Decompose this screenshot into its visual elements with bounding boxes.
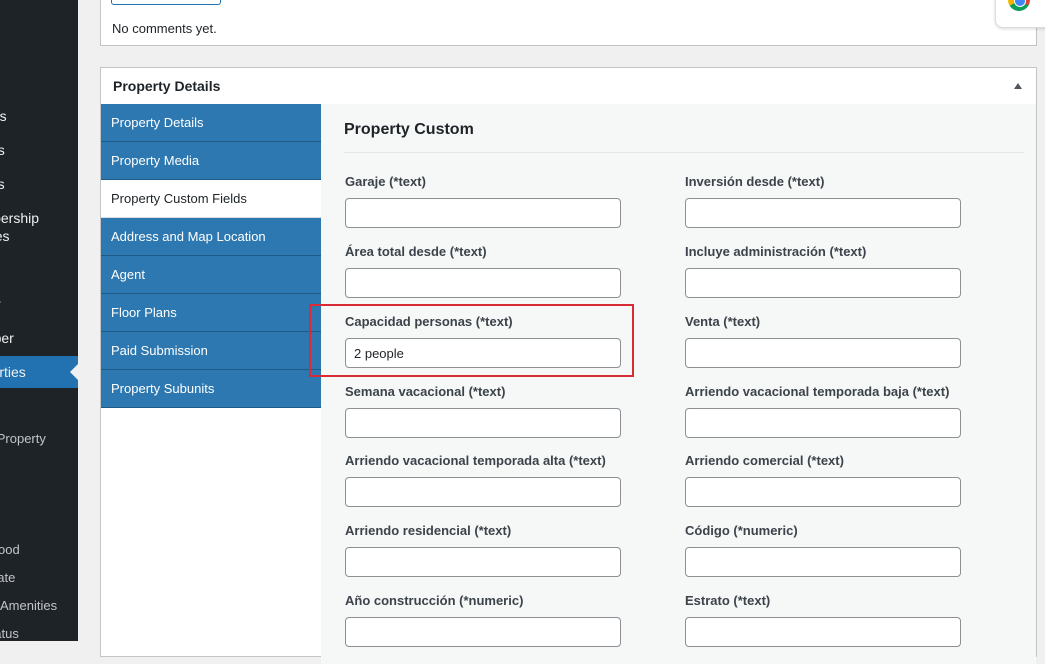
chrome-logo-icon xyxy=(1008,0,1030,11)
field-label: Arriendo comercial (*text) xyxy=(685,453,844,468)
field-area-total-desde: Área total desde (*text) xyxy=(345,243,621,298)
field-label: Venta (*text) xyxy=(685,314,761,329)
tab-address-map-location[interactable]: Address and Map Location xyxy=(101,218,321,256)
incluye-administracion-input[interactable] xyxy=(685,268,961,298)
field-estrato: Estrato (*text) xyxy=(685,592,961,647)
field-ano-construccion: Año construcción (*numeric) xyxy=(345,592,621,647)
custom-fields-panel: Property Custom Garaje (*text) Inversión… xyxy=(321,104,1036,664)
semana-vacacional-input[interactable] xyxy=(345,408,621,438)
field-arriendo-comercial: Arriendo comercial (*text) xyxy=(685,452,961,507)
field-label: Arriendo vacacional temporada alta (*tex… xyxy=(345,453,606,468)
inversion-desde-input[interactable] xyxy=(685,198,961,228)
sidebar-item-weekly[interactable]: Weekly xyxy=(0,295,78,313)
field-label: Arriendo vacacional temporada baja (*tex… xyxy=(685,384,950,399)
field-inversion-desde: Inversión desde (*text) xyxy=(685,173,961,228)
garaje-input[interactable] xyxy=(345,198,621,228)
panel-divider xyxy=(344,152,1024,153)
browser-extension-badge[interactable] xyxy=(995,0,1045,28)
tab-property-custom-fields[interactable]: Property Custom Fields xyxy=(101,180,321,218)
sidebar-item-profiles[interactable]: Profiles xyxy=(0,175,78,193)
field-venta: Venta (*text) xyxy=(685,313,961,368)
field-arriendo-temporada-alta: Arriendo vacacional temporada alta (*tex… xyxy=(345,452,621,507)
field-incluye-administracion: Incluye administración (*text) xyxy=(685,243,961,298)
field-label: Incluye administración (*text) xyxy=(685,244,867,259)
sidebar-item-packages[interactable]: Packages xyxy=(0,227,78,245)
sidebar-item-developer[interactable]: Developer xyxy=(0,329,78,347)
area-total-desde-input[interactable] xyxy=(345,268,621,298)
field-codigo: Código (*numeric) xyxy=(685,522,961,577)
field-capacidad-personas: Capacidad personas (*text) xyxy=(345,313,621,368)
sidebar-subitem-add-property[interactable]: Add Property xyxy=(0,430,78,448)
sidebar-subitem-status[interactable]: Status xyxy=(0,625,78,641)
property-tabs: Property Details Property Media Property… xyxy=(101,104,321,408)
panel-title: Property Custom xyxy=(344,121,474,138)
tab-floor-plans[interactable]: Floor Plans xyxy=(101,294,321,332)
venta-input[interactable] xyxy=(685,338,961,368)
field-arriendo-residencial: Arriendo residencial (*text) xyxy=(345,522,621,577)
sidebar-subitem-neighborhood[interactable]: Neighborhood xyxy=(0,541,78,559)
sidebar-item-membership[interactable]: Membership xyxy=(0,209,78,227)
field-semana-vacacional: Semana vacacional (*text) xyxy=(345,383,621,438)
field-label: Inversión desde (*text) xyxy=(685,174,825,189)
arriendo-temporada-alta-input[interactable] xyxy=(345,477,621,507)
field-label: Garaje (*text) xyxy=(345,174,426,189)
metabox-header[interactable]: Property Details xyxy=(101,68,1036,105)
tab-paid-submission[interactable]: Paid Submission xyxy=(101,332,321,370)
sidebar-item-pages[interactable]: Pages xyxy=(0,141,78,159)
arriendo-comercial-input[interactable] xyxy=(685,477,961,507)
field-arriendo-temporada-baja: Arriendo vacacional temporada baja (*tex… xyxy=(685,383,961,438)
admin-sidebar: Comments Pages Profiles Membership Packa… xyxy=(0,0,78,641)
codigo-input[interactable] xyxy=(685,547,961,577)
field-label: Área total desde (*text) xyxy=(345,244,487,259)
field-label: Estrato (*text) xyxy=(685,593,771,608)
property-details-metabox: Property Details Property Details Proper… xyxy=(100,67,1037,664)
capacidad-personas-input[interactable] xyxy=(345,338,621,368)
sidebar-item-properties[interactable]: Properties xyxy=(0,363,78,381)
field-garaje: Garaje (*text) xyxy=(345,173,621,228)
field-label: Arriendo residencial (*text) xyxy=(345,523,512,538)
arriendo-residencial-input[interactable] xyxy=(345,547,621,577)
add-comment-button[interactable] xyxy=(111,0,221,5)
sidebar-subitem-amenities[interactable]: Amenities xyxy=(0,597,78,615)
collapse-toggle-icon[interactable] xyxy=(1014,83,1022,89)
sidebar-subitem-state[interactable]: State xyxy=(0,569,78,587)
arriendo-temporada-baja-input[interactable] xyxy=(685,408,961,438)
estrato-input[interactable] xyxy=(685,617,961,647)
field-label: Semana vacacional (*text) xyxy=(345,384,506,399)
metabox-title: Property Details xyxy=(113,78,221,94)
ano-construccion-input[interactable] xyxy=(345,617,621,647)
field-label: Año construcción (*numeric) xyxy=(345,593,524,608)
field-label: Capacidad personas (*text) xyxy=(345,314,513,329)
comments-metabox: No comments yet. xyxy=(100,0,1037,46)
sidebar-item-comments[interactable]: Comments xyxy=(0,107,78,125)
tab-property-media[interactable]: Property Media xyxy=(101,142,321,180)
tab-agent[interactable]: Agent xyxy=(101,256,321,294)
comments-empty-text: No comments yet. xyxy=(112,21,217,36)
tab-property-details[interactable]: Property Details xyxy=(101,104,321,142)
field-label: Código (*numeric) xyxy=(685,523,798,538)
tab-property-subunits[interactable]: Property Subunits xyxy=(101,370,321,408)
